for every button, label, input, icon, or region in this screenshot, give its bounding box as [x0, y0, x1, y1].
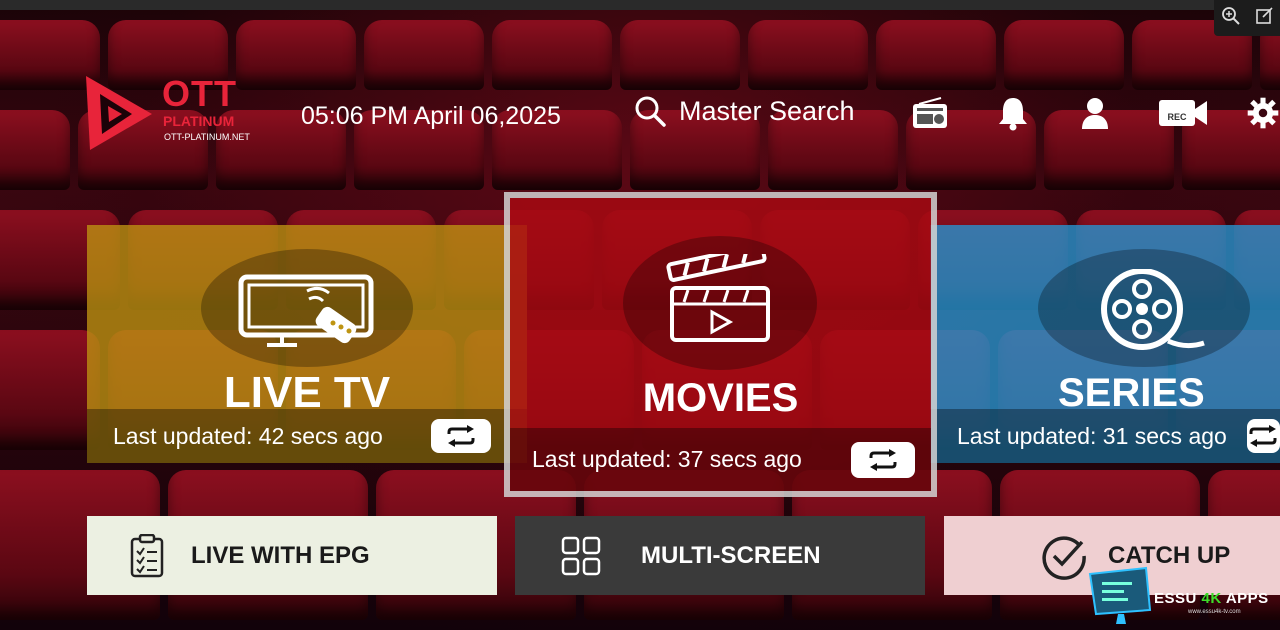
movies-label: MOVIES	[642, 376, 799, 420]
essu-watermark: ESSU 4K APPS www.essu4k-tv.com	[1088, 566, 1280, 630]
master-search-button[interactable]: Master Search	[633, 94, 855, 128]
movies-refresh-button[interactable]	[851, 441, 915, 478]
watermark-url: www.essu4k-tv.com	[1188, 609, 1241, 615]
series-tile[interactable]: SERIES Last updated: 31 secs ago	[930, 225, 1280, 463]
bell-icon[interactable]	[993, 93, 1033, 133]
movies-update-bar: Last updated: 37 secs ago	[510, 428, 931, 491]
zoom-in-icon[interactable]	[1221, 6, 1241, 31]
live-with-epg-button[interactable]: LIVE WITH EPG	[87, 516, 497, 595]
logo-title: OTT	[162, 73, 237, 114]
rec-text: REC	[1167, 112, 1187, 122]
play-triangle-icon	[86, 76, 152, 150]
checklist-clipboard-icon	[130, 533, 164, 577]
master-search-label: Master Search	[679, 96, 855, 126]
multi-screen-button[interactable]: MULTI-SCREEN	[515, 516, 925, 595]
external-window-icon[interactable]	[1254, 6, 1274, 31]
refresh-icon	[869, 448, 897, 471]
series-updated-text: Last updated: 31 secs ago	[957, 422, 1227, 449]
window-tools	[1214, 0, 1280, 36]
film-reel-icon	[1101, 269, 1205, 350]
check-circle-icon	[1042, 535, 1086, 580]
refresh-icon	[1249, 425, 1277, 447]
series-refresh-button[interactable]	[1246, 419, 1280, 453]
watermark-brand-a: ESSU	[1154, 590, 1197, 607]
watermark-brand: ESSU 4K APPS	[1154, 590, 1269, 607]
refresh-icon	[447, 425, 475, 447]
live-with-epg-label: LIVE WITH EPG	[191, 541, 370, 569]
rec-camera-icon[interactable]: REC	[1158, 93, 1208, 133]
watermark-brand-c: APPS	[1225, 590, 1269, 607]
series-update-bar: Last updated: 31 secs ago	[930, 409, 1280, 463]
watermark-brand-b: 4K	[1201, 590, 1222, 607]
clock-date: April 06,2025	[413, 102, 561, 130]
grid-four-icon	[561, 536, 601, 575]
date-time: 05:06 PM April 06,2025	[301, 101, 561, 131]
settings-gear-icon[interactable]	[1246, 93, 1280, 133]
app-logo: OTT PLATINUM OTT-PLATINUM.NET	[80, 72, 260, 152]
movies-updated-text: Last updated: 37 secs ago	[532, 446, 802, 472]
live-tv-update-bar: Last updated: 42 secs ago	[87, 409, 527, 463]
user-location-icon[interactable]	[1075, 93, 1115, 133]
clapperboard-icon	[666, 254, 770, 342]
live-tv-updated-text: Last updated: 42 secs ago	[113, 422, 383, 449]
live-tv-refresh-button[interactable]	[431, 419, 491, 453]
logo-url: OTT-PLATINUM.NET	[164, 132, 250, 142]
top-bar	[0, 0, 1280, 10]
radio-icon[interactable]	[910, 93, 950, 133]
multi-screen-label: MULTI-SCREEN	[641, 541, 821, 569]
movies-tile[interactable]: MOVIES Last updated: 37 secs ago	[510, 198, 931, 491]
monitor-logo-icon	[1088, 566, 1152, 624]
search-icon	[635, 96, 666, 127]
tv-remote-icon	[238, 274, 374, 347]
logo-subtitle: PLATINUM	[163, 113, 235, 129]
live-tv-tile[interactable]: LIVE TV Last updated: 42 secs ago	[87, 225, 527, 463]
clock-time: 05:06 PM	[301, 102, 409, 130]
